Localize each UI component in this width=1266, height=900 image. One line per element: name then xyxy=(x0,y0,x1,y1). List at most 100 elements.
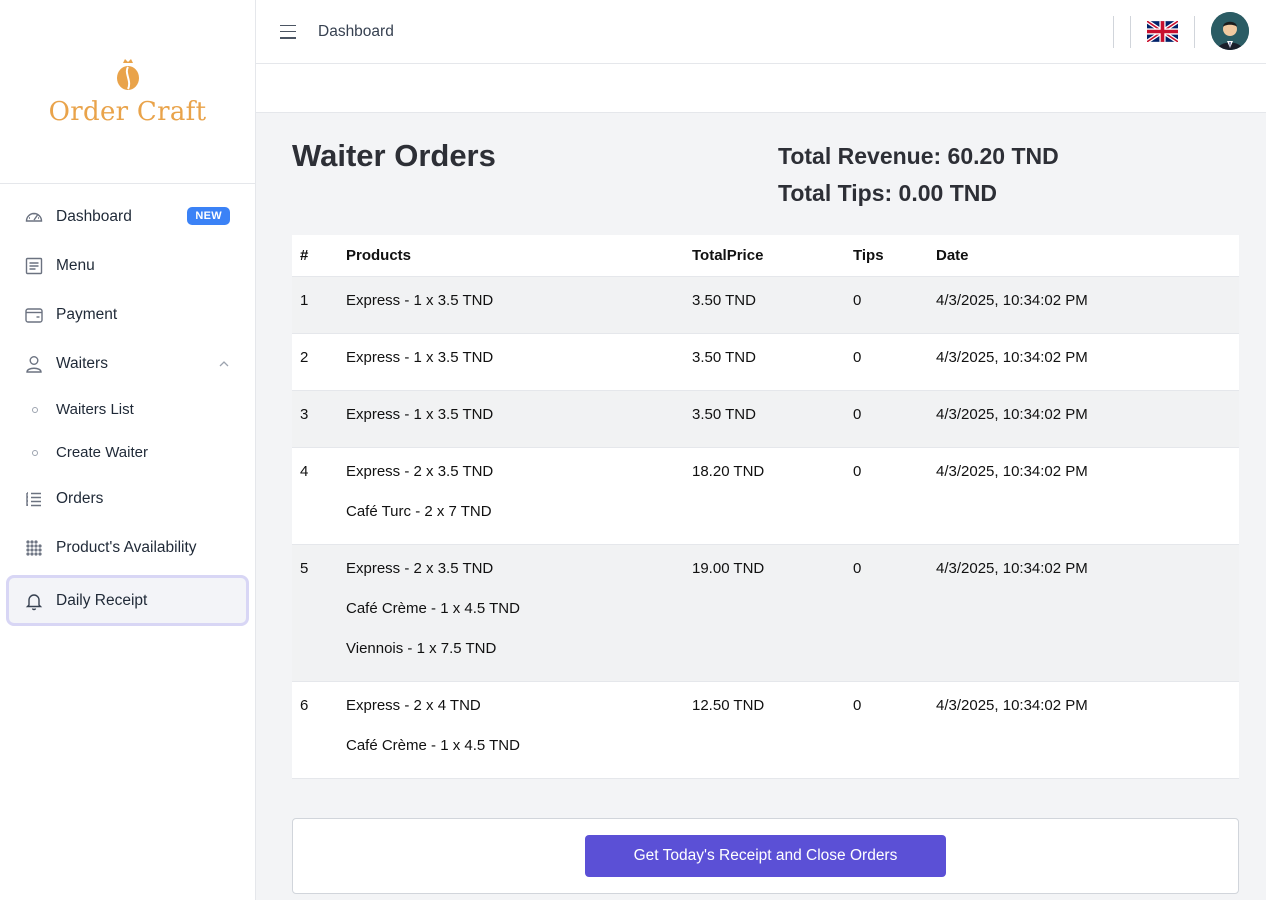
sidebar-item-menu[interactable]: Menu xyxy=(0,241,255,290)
total-revenue: Total Revenue: 60.20 TND xyxy=(778,143,1059,169)
cell-products: Express - 1 x 3.5 TND xyxy=(338,333,684,391)
cell-total-price: 12.50 TND xyxy=(684,681,845,779)
sidebar-item-label: Payment xyxy=(56,305,118,323)
get-receipt-close-orders-button[interactable]: Get Today's Receipt and Close Orders xyxy=(585,835,946,877)
product-line: Express - 1 x 3.5 TND xyxy=(346,405,494,423)
cell-products: Express - 1 x 3.5 TND xyxy=(338,390,684,448)
table-row: 4 Express - 2 x 3.5 TND Café Turc - 2 x 7 … xyxy=(292,447,1239,545)
column-header-totalprice: TotalPrice xyxy=(684,235,845,277)
bullet-icon xyxy=(32,406,38,413)
column-header-tips: Tips xyxy=(845,235,928,277)
cell-number: 5 xyxy=(292,544,338,682)
product-line: Express - 2 x 4 TND xyxy=(346,696,481,714)
cell-tips: 0 xyxy=(845,333,928,391)
cell-date: 4/3/2025, 10:34:02 PM xyxy=(928,276,1239,334)
page-title: Waiter Orders xyxy=(292,138,496,173)
sidebar-item-label: Daily Receipt xyxy=(56,591,148,609)
sidebar-item-daily-receipt[interactable]: Daily Receipt xyxy=(6,575,249,626)
product-line: Café Turc - 2 x 7 TND xyxy=(346,502,492,520)
cell-products: Express - 2 x 3.5 TND Café Turc - 2 x 7 T… xyxy=(338,447,684,545)
user-icon xyxy=(24,354,44,374)
cell-total-price: 19.00 TND xyxy=(684,544,845,682)
column-header-products: Products xyxy=(338,235,684,277)
list-icon xyxy=(24,489,44,509)
cell-number: 2 xyxy=(292,333,338,391)
cell-tips: 0 xyxy=(845,390,928,448)
cell-products: Express - 2 x 3.5 TND Café Crème - 1 x 4.… xyxy=(338,544,684,682)
product-line: Express - 2 x 3.5 TND xyxy=(346,462,494,480)
sidebar-subitem-label: Waiters List xyxy=(56,401,134,418)
table-row: 6 Express - 2 x 4 TND Café Crème - 1 x 4.5… xyxy=(292,681,1239,779)
product-line: Café Crème - 1 x 4.5 TND xyxy=(346,599,520,617)
breadcrumb[interactable]: Dashboard xyxy=(318,23,394,41)
cell-date: 4/3/2025, 10:34:02 PM xyxy=(928,544,1239,682)
sidebar-item-product-availability[interactable]: Product's Availability xyxy=(0,523,255,572)
table-row: 1 Express - 1 x 3.5 TND 3.50 TND 0 4/3/2025,… xyxy=(292,276,1239,334)
sidebar-item-payment[interactable]: Payment xyxy=(0,290,255,339)
hamburger-menu-icon[interactable] xyxy=(280,24,296,39)
cell-tips: 0 xyxy=(845,681,928,779)
cell-total-price: 3.50 TND xyxy=(684,390,845,448)
grid-dots-icon xyxy=(24,538,44,558)
brand[interactable]: Order Craft xyxy=(0,0,255,184)
sidebar-item-label: Product's Availability xyxy=(56,538,197,556)
wallet-icon xyxy=(24,305,44,325)
orders-table: # Products TotalPrice Tips Date 1 Express… xyxy=(292,235,1239,779)
topbar: Dashboard xyxy=(256,0,1266,64)
cell-tips: 0 xyxy=(845,544,928,682)
cell-date: 4/3/2025, 10:34:02 PM xyxy=(928,390,1239,448)
divider xyxy=(1194,16,1195,48)
uk-flag-icon[interactable] xyxy=(1147,21,1178,42)
column-header-date: Date xyxy=(928,235,1239,277)
totals-summary: Total Revenue: 60.20 TND Total Tips: 0.0… xyxy=(778,138,1059,212)
cell-number: 1 xyxy=(292,276,338,334)
divider xyxy=(1130,16,1131,48)
cell-number: 4 xyxy=(292,447,338,545)
coffee-bean-logo-icon xyxy=(116,58,139,90)
product-line: Express - 2 x 3.5 TND xyxy=(346,559,494,577)
table-row: 3 Express - 1 x 3.5 TND 3.50 TND 0 4/3/2025,… xyxy=(292,390,1239,448)
brand-name: Order Craft xyxy=(48,96,207,127)
sidebar-subitem-label: Create Waiter xyxy=(56,444,148,461)
menu-list-icon xyxy=(24,256,44,276)
sidebar-item-label: Menu xyxy=(56,256,95,274)
cell-total-price: 18.20 TND xyxy=(684,447,845,545)
sidebar-item-label: Orders xyxy=(56,489,104,507)
sidebar-item-create-waiter[interactable]: Create Waiter xyxy=(0,431,255,474)
cell-products: Express - 1 x 3.5 TND xyxy=(338,276,684,334)
table-row: 5 Express - 2 x 3.5 TND Café Crème - 1 x 4… xyxy=(292,544,1239,682)
sidebar-item-label: Waiters xyxy=(56,354,108,372)
orders-table-body: 1 Express - 1 x 3.5 TND 3.50 TND 0 4/3/2025,… xyxy=(292,276,1239,779)
sidebar-nav: Dashboard NEW Menu Payment Waiters Waite… xyxy=(0,184,255,626)
product-line: Café Crème - 1 x 4.5 TND xyxy=(346,736,520,754)
sidebar-item-waiters-list[interactable]: Waiters List xyxy=(0,388,255,431)
cell-total-price: 3.50 TND xyxy=(684,333,845,391)
column-header-number: # xyxy=(292,235,338,277)
total-tips: Total Tips: 0.00 TND xyxy=(778,180,997,206)
product-line: Express - 1 x 3.5 TND xyxy=(346,291,494,309)
divider xyxy=(1113,16,1114,48)
cell-tips: 0 xyxy=(845,447,928,545)
table-header-row: # Products TotalPrice Tips Date xyxy=(292,235,1239,277)
cell-number: 6 xyxy=(292,681,338,779)
avatar[interactable] xyxy=(1211,12,1249,50)
sidebar-item-label: Dashboard xyxy=(56,207,132,225)
cell-products: Express - 2 x 4 TND Café Crème - 1 x 4.5 … xyxy=(338,681,684,779)
receipt-card: Get Today's Receipt and Close Orders xyxy=(292,818,1239,894)
sidebar: Order Craft Dashboard NEW Menu Payment W… xyxy=(0,0,256,900)
cell-date: 4/3/2025, 10:34:02 PM xyxy=(928,681,1239,779)
chevron-up-icon[interactable] xyxy=(219,359,229,369)
bullet-icon xyxy=(32,449,38,456)
product-line: Viennois - 1 x 7.5 TND xyxy=(346,639,497,657)
cell-date: 4/3/2025, 10:34:02 PM xyxy=(928,447,1239,545)
bell-icon xyxy=(24,591,44,611)
sidebar-item-waiters[interactable]: Waiters xyxy=(0,339,255,388)
sidebar-item-dashboard[interactable]: Dashboard NEW xyxy=(0,192,255,241)
cell-total-price: 3.50 TND xyxy=(684,276,845,334)
cell-date: 4/3/2025, 10:34:02 PM xyxy=(928,333,1239,391)
speedometer-icon xyxy=(24,207,44,227)
cell-tips: 0 xyxy=(845,276,928,334)
subheader-bar xyxy=(256,64,1266,113)
table-row: 2 Express - 1 x 3.5 TND 3.50 TND 0 4/3/2025,… xyxy=(292,333,1239,391)
sidebar-item-orders[interactable]: Orders xyxy=(0,474,255,523)
